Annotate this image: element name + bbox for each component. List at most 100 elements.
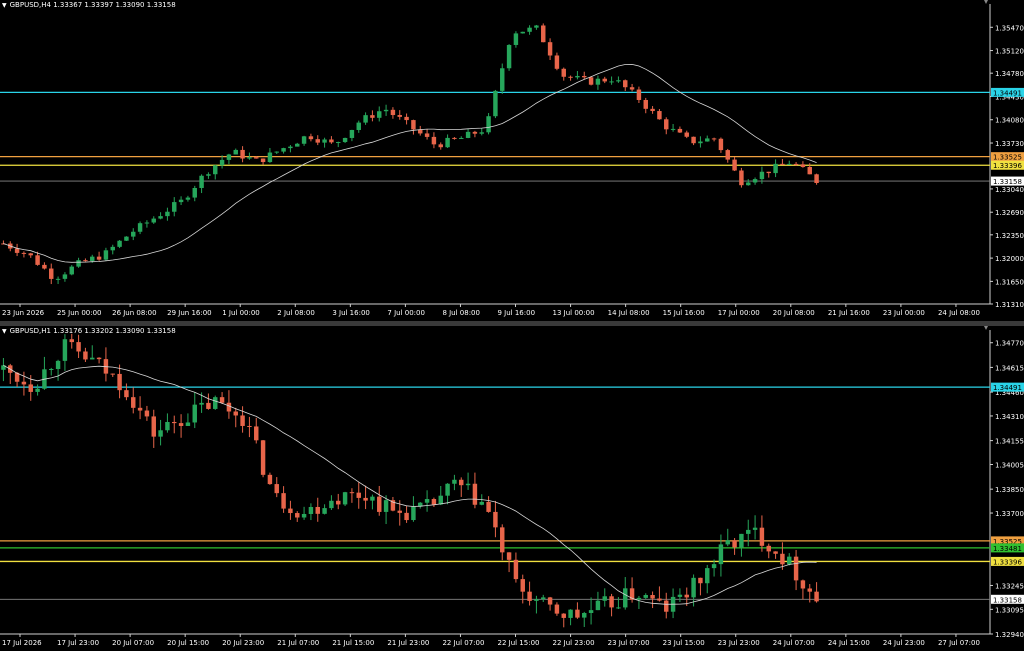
- candle-body: [172, 421, 177, 424]
- level-label: 1.33525: [993, 154, 1022, 162]
- chart-pane-h1[interactable]: 1.34770 1.34615 1.34460 1.34310 1.34155 1.340…: [0, 326, 1024, 651]
- chart-canvas-h4[interactable]: 1.354701.351201.347801.344301.340801.337…: [0, 0, 1024, 321]
- x-tick-label: 23 Jun 2026: [2, 309, 45, 317]
- y-tick-label: 1.33730: [995, 140, 1024, 148]
- level-label: 1.33158: [993, 596, 1022, 604]
- candle-body: [561, 613, 566, 618]
- level-label: 1.34491: [993, 89, 1022, 97]
- candle-body: [800, 580, 806, 589]
- candle-body: [664, 119, 669, 130]
- candle-body: [684, 132, 689, 137]
- candle-body: [165, 211, 170, 217]
- candle-body: [445, 483, 450, 496]
- candle-body: [711, 564, 717, 569]
- candle-body: [513, 559, 519, 580]
- candle-body: [110, 246, 115, 251]
- triangle-down-icon[interactable]: ▼: [2, 328, 7, 335]
- candle-body: [404, 116, 409, 121]
- candle-body: [554, 604, 560, 614]
- candle-body: [636, 597, 642, 600]
- candle-body: [739, 170, 744, 186]
- x-tick-label: 26 Jun 08:00: [112, 309, 156, 317]
- pane-title-text-h1: GBPUSD,H1 1.33176 1.33202 1.33090 1.3315…: [9, 327, 176, 335]
- y-tick-label: 1.33700: [995, 510, 1024, 518]
- candle-body: [527, 27, 532, 32]
- candle-body: [431, 499, 437, 505]
- candle-body: [766, 545, 771, 552]
- candle-body: [691, 136, 696, 144]
- candle-body: [472, 131, 478, 134]
- candle-body: [295, 143, 300, 147]
- triangle-down-icon: [984, 326, 988, 330]
- candle-body: [438, 495, 443, 505]
- candle-body: [623, 80, 628, 88]
- candle-body: [69, 339, 74, 343]
- candle-body: [267, 152, 273, 163]
- candle-body: [219, 159, 225, 166]
- x-tick-label: 21 Jul 07:00: [277, 639, 319, 647]
- candle-body: [124, 236, 129, 241]
- candle-body: [397, 115, 402, 117]
- y-tick-label: 1.34310: [995, 413, 1024, 421]
- candle-body: [691, 577, 696, 598]
- candle-body: [513, 33, 519, 45]
- candle-body: [370, 115, 375, 118]
- candle-body: [49, 268, 54, 279]
- candle-body: [732, 540, 737, 548]
- candle-body: [137, 223, 143, 232]
- triangle-down-icon: [984, 0, 988, 4]
- candle-body: [609, 596, 614, 608]
- x-tick-label: 20 Jul 15:00: [167, 639, 209, 647]
- x-tick-label: 7 Jul 00:00: [387, 309, 425, 317]
- candle-body: [602, 78, 607, 82]
- candle-body: [800, 164, 806, 167]
- candle-body: [49, 368, 54, 370]
- candle-body: [725, 150, 730, 160]
- candle-body: [759, 527, 765, 546]
- candle-body: [623, 588, 628, 608]
- candle-body: [739, 533, 744, 548]
- level-label: 1.33396: [993, 558, 1022, 566]
- candle-body: [301, 136, 307, 144]
- y-tick-label: 1.31650: [995, 278, 1024, 286]
- candle-body: [342, 137, 348, 143]
- candle-body: [616, 80, 621, 82]
- y-tick-label: 1.32350: [995, 232, 1024, 240]
- candle-body: [582, 612, 587, 618]
- x-tick-label: 9 Jul 16:00: [498, 309, 536, 317]
- candle-body: [575, 609, 580, 618]
- candle-body: [500, 68, 505, 91]
- candle-body: [62, 274, 68, 279]
- candle-body: [452, 137, 457, 139]
- candle-body: [575, 75, 580, 78]
- x-tick-label: 20 Jul 08:00: [773, 309, 815, 317]
- candle-body: [90, 256, 95, 261]
- candle-body: [506, 552, 512, 560]
- x-tick-label: 23 Jul 07:00: [608, 639, 650, 647]
- chart-canvas-h1[interactable]: 1.347701.346151.344601.343101.341551.340…: [0, 326, 1024, 651]
- y-tick-label: 1.35470: [995, 24, 1024, 32]
- y-tick-label: 1.32000: [995, 255, 1024, 263]
- x-tick-label: 15 Jul 16:00: [663, 309, 705, 317]
- triangle-down-icon[interactable]: ▼: [2, 2, 7, 9]
- candle-body: [322, 508, 327, 514]
- candle-body: [814, 591, 819, 602]
- x-tick-label: 24 Jul 23:00: [883, 639, 925, 647]
- y-tick-label: 1.33040: [995, 186, 1024, 194]
- chart-pane-h4[interactable]: 1.35470 1.35120 1.34780 1.34430 1.34080 1.337…: [0, 0, 1024, 321]
- candle-body: [247, 425, 252, 427]
- candle-body: [643, 595, 648, 598]
- candle-body: [752, 179, 758, 183]
- x-tick-label: 22 Jul 23:00: [553, 639, 595, 647]
- level-label: 1.33481: [993, 545, 1022, 553]
- candle-body: [336, 500, 341, 505]
- candle-body: [479, 132, 484, 134]
- x-tick-label: 24 Jul 15:00: [828, 639, 870, 647]
- x-tick-label: 23 Jul 00:00: [883, 309, 925, 317]
- candle-body: [247, 157, 252, 159]
- candle-body: [766, 171, 771, 174]
- candle-body: [554, 55, 560, 69]
- candle-body: [383, 109, 389, 112]
- candle-body: [636, 89, 642, 100]
- candle-body: [588, 610, 594, 613]
